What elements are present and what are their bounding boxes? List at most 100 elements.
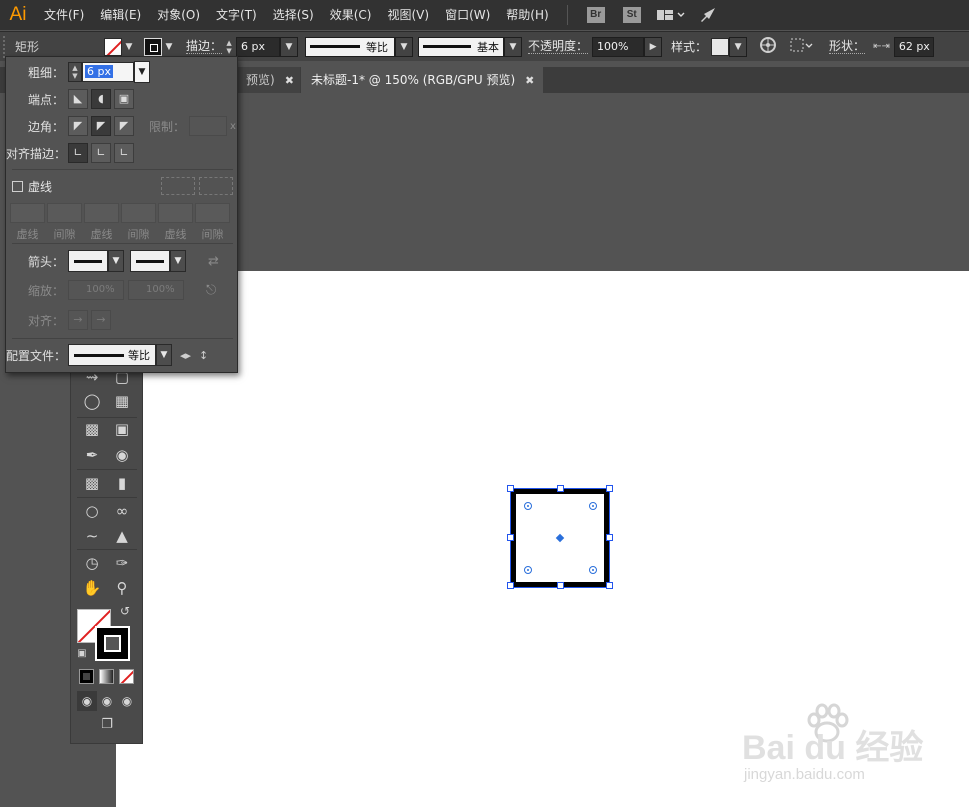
gpu-performance-button[interactable] [698,6,718,24]
end-arrowhead-dropdown[interactable]: ▼ [170,250,186,272]
resize-handle-top-right[interactable] [606,485,613,492]
swap-fill-stroke-icon[interactable]: ↺ [115,603,135,619]
column-graph-tool-icon[interactable]: ▮ [109,471,135,495]
fill-dropdown-icon[interactable]: ▼ [122,42,136,52]
align-options-button[interactable] [789,36,815,57]
limit-input[interactable] [189,116,228,136]
stroke-swatch[interactable] [95,626,130,661]
dash-input[interactable] [158,203,193,223]
perspective-grid-tool-icon[interactable]: ▦ [109,389,135,413]
dash-align-corners-button[interactable] [199,177,233,195]
corner-widget-top-left[interactable] [524,502,532,510]
mesh-tool-icon[interactable]: ▩ [79,417,105,441]
resize-handle-bottom[interactable] [557,582,564,589]
none-mode-button[interactable] [119,669,134,684]
variable-width-profile[interactable]: 等比 [305,36,396,57]
fill-color-swatch[interactable] [104,37,122,56]
start-arrowhead-dropdown[interactable]: ▼ [108,250,124,272]
stroke-color-swatch[interactable] [144,37,162,56]
resize-handle-top-left[interactable] [507,485,514,492]
weight-stepper[interactable]: ▲ ▼ [68,62,82,82]
bevel-join-button[interactable]: ◤ [114,116,134,136]
end-scale-input[interactable]: 100% [128,280,184,300]
opacity-label[interactable]: 不透明度： [528,39,589,54]
projecting-cap-button[interactable]: ▣ [114,89,134,109]
menu-select[interactable]: 选择(S) [265,0,322,30]
end-arrowhead-select[interactable] [130,250,170,272]
opacity-field[interactable]: 100% [592,36,645,57]
menu-help[interactable]: 帮助(H) [498,0,556,30]
menu-file[interactable]: 文件(F) [36,0,92,30]
weight-input[interactable]: 6 px [82,62,134,82]
flip-along-icon[interactable]: ◂▸ [180,349,191,362]
dash-input[interactable] [84,203,119,223]
eraser-tool-icon[interactable]: ▲ [109,524,135,548]
stroke-panel-link[interactable]: 描边： [186,39,223,54]
gap-input[interactable] [195,203,230,223]
symbol-sprayer-tool-icon[interactable]: ▩ [79,471,105,495]
corner-widget-bottom-right[interactable] [589,566,597,574]
corner-widget-bottom-left[interactable] [524,566,532,574]
menu-object[interactable]: 对象(O) [149,0,208,30]
stroke-weight-stepper[interactable]: ▲ ▼ [222,37,236,57]
dash-preserve-button[interactable] [161,177,195,195]
crop-tool-icon[interactable]: ◷ [79,551,105,575]
menu-window[interactable]: 窗口(W) [437,0,498,30]
pen-tool-icon[interactable]: ✑ [109,551,135,575]
menu-view[interactable]: 视图(V) [379,0,437,30]
butt-cap-button[interactable]: ◣ [68,89,88,109]
corner-widget-top-right[interactable] [589,502,597,510]
color-mode-button[interactable] [79,669,94,684]
dashed-checkbox[interactable] [12,180,23,192]
recolor-artwork-button[interactable] [759,36,777,57]
draw-normal-icon[interactable]: ◉ [77,691,97,711]
arrow-extend-button[interactable]: → [68,310,88,330]
opacity-dropdown[interactable]: ▶ [644,36,663,57]
shape-width-field[interactable]: 62 px [893,36,934,57]
resize-handle-left[interactable] [507,534,514,541]
round-join-button[interactable]: ◤ [91,116,111,136]
resize-handle-bottom-right[interactable] [606,582,613,589]
miter-join-button[interactable]: ◤ [68,116,88,136]
align-center-button[interactable]: ∟ [68,143,88,163]
brush-dropdown[interactable]: ▼ [504,36,523,57]
resize-handle-bottom-left[interactable] [507,582,514,589]
dash-input[interactable] [10,203,45,223]
profile-dropdown[interactable]: ▼ [156,344,172,366]
gap-input[interactable] [47,203,82,223]
menu-type[interactable]: 文字(T) [208,0,265,30]
resize-handle-top[interactable] [557,485,564,492]
arrow-place-button[interactable]: → [91,310,111,330]
shape-properties-link[interactable]: 形状： [829,39,866,54]
round-cap-button[interactable]: ◖ [91,89,111,109]
blend-tool-icon[interactable]: ◉ [109,443,135,467]
flip-across-icon[interactable]: ↕ [199,349,208,362]
draw-behind-icon[interactable]: ◉ [97,691,117,711]
weight-dropdown[interactable]: ▼ [134,61,150,83]
graphic-style-swatch[interactable] [711,37,730,56]
menu-edit[interactable]: 编辑(E) [92,0,149,30]
stroke-weight-field[interactable]: 6 px [236,36,281,57]
shape-builder-tool-icon[interactable]: ◯ [79,389,105,413]
artboard-tool-icon[interactable]: ○ [79,499,105,523]
graphic-style-dropdown[interactable]: ▼ [729,36,748,57]
align-outside-button[interactable]: ∟ [114,143,134,163]
bridge-button[interactable]: Br [586,7,605,23]
screen-mode-icon[interactable]: ❐ [93,715,121,735]
align-inside-button[interactable]: ∟ [91,143,111,163]
hand-tool-icon[interactable]: ✋ [79,576,105,600]
zoom-tool-icon[interactable]: ⚲ [109,576,135,600]
gradient-tool-icon[interactable]: ▣ [109,417,135,441]
gap-input[interactable] [121,203,156,223]
start-arrowhead-select[interactable] [68,250,108,272]
menu-effect[interactable]: 效果(C) [322,0,380,30]
profile-select[interactable]: 等比 [68,344,156,366]
brush-definition[interactable]: 基本 [418,36,505,57]
tab-document-previous[interactable]: 预览) ✖ [236,67,300,93]
close-icon[interactable]: ✖ [285,74,294,87]
default-fill-stroke-icon[interactable]: ▣ [75,647,89,661]
stroke-weight-dropdown[interactable]: ▼ [280,36,299,57]
stroke-color-dropdown-icon[interactable]: ▼ [162,42,176,52]
draw-inside-icon[interactable]: ◉ [117,691,137,711]
link-scale-icon[interactable]: ⎋ [206,283,216,298]
